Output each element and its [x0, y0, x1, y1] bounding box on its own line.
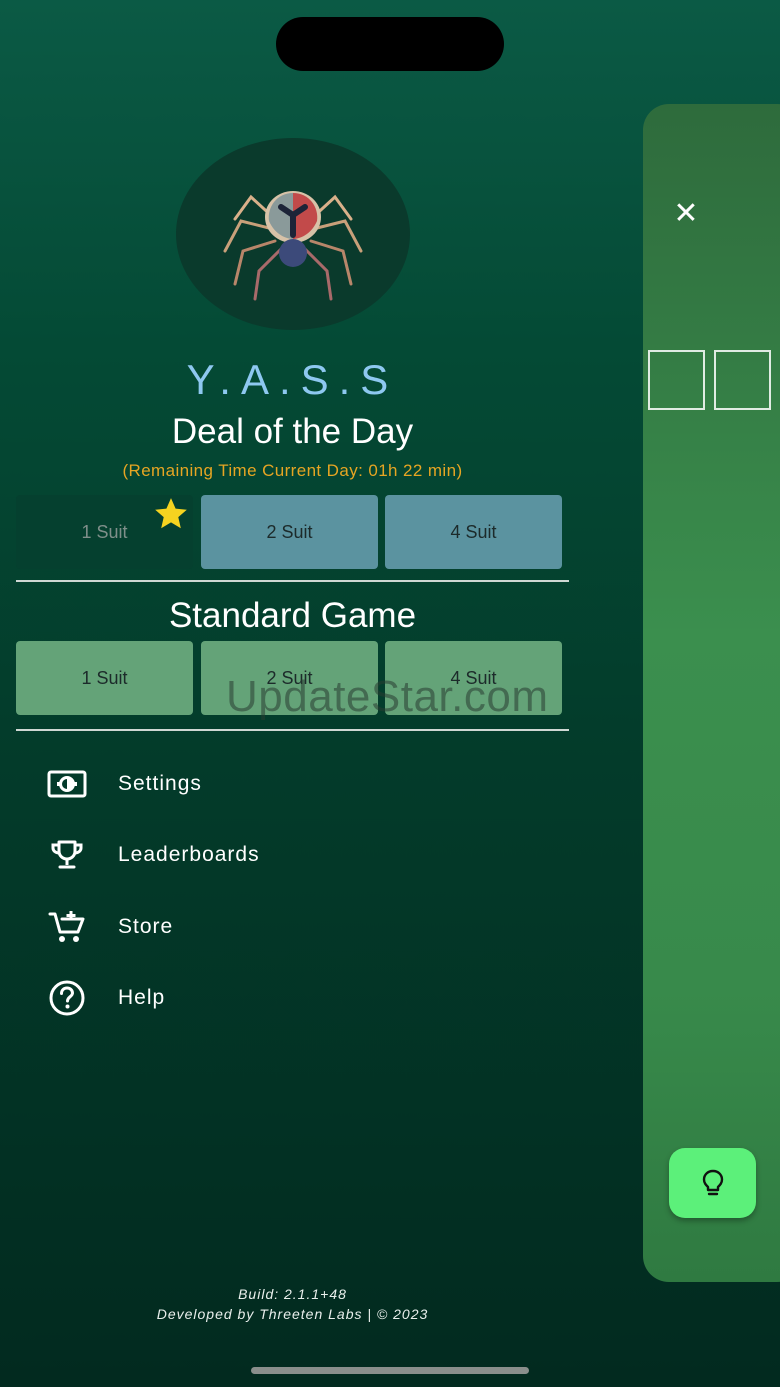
card-slot: [714, 350, 771, 410]
spider-icon: [223, 191, 363, 301]
star-icon: [155, 498, 187, 529]
menu-item-settings[interactable]: Settings: [40, 759, 440, 809]
hint-button[interactable]: [669, 1148, 756, 1218]
menu-item-label: Store: [118, 915, 174, 938]
card-slot: [648, 350, 705, 410]
watermark: UpdateStar.com: [226, 672, 549, 721]
spider-logo: [176, 138, 410, 330]
menu-item-label: Help: [118, 986, 166, 1009]
deal-of-the-day-title: Deal of the Day: [171, 412, 414, 451]
developer-label: Developed by Threeten Labs | © 2023: [156, 1306, 429, 1322]
app-title: Y.A.S.S: [186, 356, 399, 403]
home-indicator[interactable]: [251, 1367, 529, 1374]
standard-game-title: Standard Game: [168, 596, 417, 635]
remaining-time-label: (Remaining Time Current Day: 01h 22 min): [122, 461, 463, 480]
cart-icon: [40, 907, 94, 947]
close-icon[interactable]: ✕: [668, 196, 704, 232]
device-notch: [276, 17, 504, 71]
settings-icon: [40, 764, 94, 804]
help-icon: [40, 978, 94, 1018]
dotd-4-suit-button[interactable]: 4 Suit: [385, 495, 562, 569]
menu-item-help[interactable]: Help: [40, 973, 440, 1023]
divider: [16, 580, 569, 582]
menu-item-label: Leaderboards: [118, 843, 260, 866]
dotd-2-suit-button[interactable]: 2 Suit: [201, 495, 378, 569]
divider: [16, 729, 569, 731]
game-board-panel: [643, 104, 780, 1282]
build-label: Build: 2.1.1+48: [238, 1286, 347, 1302]
trophy-icon: [40, 835, 94, 875]
menu-item-store[interactable]: Store: [40, 902, 440, 952]
menu-item-label: Settings: [118, 772, 202, 795]
menu-item-leaderboards[interactable]: Leaderboards: [40, 830, 440, 880]
standard-1-suit-button[interactable]: 1 Suit: [16, 641, 193, 715]
lightbulb-icon: [702, 1169, 723, 1196]
